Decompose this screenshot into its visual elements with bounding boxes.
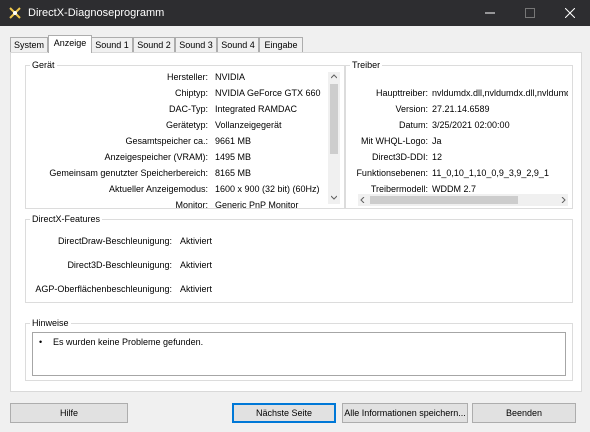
device-label-monitor: Monitor:	[175, 200, 208, 210]
device-vertical-scrollbar[interactable]	[328, 72, 340, 204]
minimize-icon	[485, 12, 495, 14]
driver-label-d3dddi: Direct3D-DDI:	[371, 152, 428, 162]
device-value-chiptyp: NVIDIA GeForce GTX 660	[215, 88, 321, 98]
device-value-geraetetyp: Vollanzeigegerät	[215, 120, 282, 130]
feature-value-directdraw: Aktiviert	[180, 236, 213, 246]
exit-button[interactable]: Beenden	[472, 403, 576, 423]
device-label-display-mode: Aktueller Anzeigemodus:	[108, 184, 208, 194]
device-label-dac-typ: DAC-Typ:	[168, 104, 208, 114]
driver-value-d3dddi: 12	[432, 152, 443, 162]
tab-eingabe[interactable]: Eingabe	[259, 37, 303, 52]
device-label-shared-memory: Gemeinsam genutzter Speicherbereich:	[49, 168, 208, 178]
driver-value-main: nvldumdx.dll,nvldumdx.dll,nvldumd	[432, 88, 568, 98]
driver-horizontal-scrollbar[interactable]	[358, 194, 568, 206]
device-label-gesamtspeicher: Gesamtspeicher ca.:	[125, 136, 208, 146]
directx-features-group: DirectX-Features DirectDraw-Beschleunigu…	[25, 214, 573, 303]
close-button[interactable]	[550, 0, 590, 26]
directx-icon	[8, 6, 22, 20]
save-all-info-button[interactable]: Alle Informationen speichern...	[342, 403, 468, 423]
feature-label-direct3d: Direct3D-Beschleunigung:	[67, 260, 172, 270]
title-bar: DirectX-Diagnoseprogramm	[0, 0, 590, 26]
driver-label-date: Datum:	[398, 120, 428, 130]
close-icon	[565, 8, 575, 18]
tab-sound-3[interactable]: Sound 3	[175, 37, 217, 52]
chevron-up-icon	[331, 74, 337, 79]
device-label-geraetetyp: Gerätetyp:	[165, 120, 208, 130]
help-button[interactable]: Hilfe	[10, 403, 128, 423]
notes-bullet: •	[39, 337, 43, 347]
device-value-display-mode: 1600 x 900 (32 bit) (60Hz)	[215, 184, 320, 194]
tab-sound-4[interactable]: Sound 4	[217, 37, 259, 52]
driver-label-whql: Mit WHQL-Logo:	[360, 136, 428, 146]
notes-item: Es wurden keine Probleme gefunden.	[53, 337, 204, 347]
driver-value-version: 27.21.14.6589	[432, 104, 490, 114]
feature-label-directdraw: DirectDraw-Beschleunigung:	[57, 236, 172, 246]
device-value-dac-typ: Integrated RAMDAC	[215, 104, 298, 114]
driver-label-main: Haupttreiber:	[375, 88, 428, 98]
device-group-title: Gerät	[30, 60, 57, 71]
tab-sound-2[interactable]: Sound 2	[133, 37, 175, 52]
notes-group: Hinweise • Es wurden keine Probleme gefu…	[25, 318, 573, 381]
tab-sound-1[interactable]: Sound 1	[91, 37, 133, 52]
main-panel: Gerät Hersteller: Chiptyp: DAC-Typ: Gerä…	[10, 52, 582, 392]
next-page-button[interactable]: Nächste Seite	[232, 403, 336, 423]
notes-title: Hinweise	[30, 318, 71, 329]
chevron-right-icon	[561, 197, 566, 203]
driver-label-feature-levels: Funktionsebenen:	[356, 168, 428, 178]
feature-value-direct3d: Aktiviert	[180, 260, 213, 270]
chevron-left-icon	[360, 197, 365, 203]
driver-label-version: Version:	[395, 104, 428, 114]
driver-scroll-thumb[interactable]	[370, 196, 518, 204]
device-value-vram: 1495 MB	[215, 152, 252, 162]
window-title: DirectX-Diagnoseprogramm	[28, 7, 165, 19]
directx-features-title: DirectX-Features	[30, 214, 103, 225]
device-label-chiptyp: Chiptyp:	[174, 88, 208, 98]
device-scroll-thumb[interactable]	[330, 84, 338, 154]
device-value-shared-memory: 8165 MB	[215, 168, 252, 178]
device-value-gesamtspeicher: 9661 MB	[215, 136, 252, 146]
device-group: Gerät Hersteller: Chiptyp: DAC-Typ: Gerä…	[25, 60, 345, 210]
driver-value-feature-levels: 11_0,10_1,10_0,9_3,9_2,9_1	[432, 168, 549, 178]
device-value-hersteller: NVIDIA	[215, 72, 246, 82]
driver-group: Treiber Haupttreiber: Version: Datum: Mi…	[345, 60, 573, 209]
device-label-vram: Anzeigespeicher (VRAM):	[104, 152, 208, 162]
feature-value-agp: Aktiviert	[180, 284, 213, 294]
minimize-button[interactable]	[470, 0, 510, 26]
driver-value-date: 3/25/2021 02:00:00	[432, 120, 510, 130]
notes-textbox[interactable]: • Es wurden keine Probleme gefunden.	[32, 332, 566, 376]
tab-anzeige[interactable]: Anzeige	[48, 35, 92, 53]
tab-system[interactable]: System	[10, 37, 48, 52]
device-value-monitor: Generic PnP Monitor	[215, 200, 299, 210]
chevron-down-icon	[331, 195, 337, 200]
device-label-hersteller: Hersteller:	[166, 72, 208, 82]
driver-value-whql: Ja	[432, 136, 442, 146]
driver-group-title: Treiber	[350, 60, 383, 71]
feature-label-agp: AGP-Oberflächenbeschleunigung:	[35, 284, 172, 294]
maximize-button[interactable]	[510, 0, 550, 26]
maximize-icon	[525, 8, 535, 18]
